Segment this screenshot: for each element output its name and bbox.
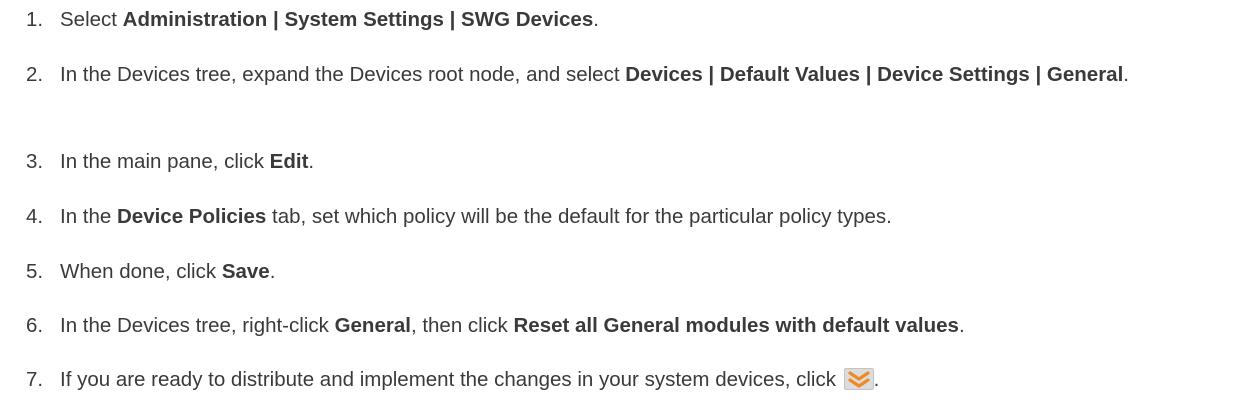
step-text: In the Device Policies tab, set which po… [60, 205, 892, 228]
step-text: In the Devices tree, expand the Devices … [60, 63, 1129, 86]
step-number: 3. [26, 150, 44, 173]
step-number: 4. [26, 205, 44, 228]
step-number: 5. [26, 260, 44, 283]
ui-label: Edit [269, 150, 309, 173]
step-number: 1. [26, 8, 44, 31]
ui-path: Administration | System Settings | SWG D… [122, 8, 594, 31]
step-text: Select Administration | System Settings … [60, 8, 599, 31]
step-text: In the Devices tree, right-click General… [60, 314, 965, 337]
ui-label: Device Policies [117, 205, 267, 228]
ui-label: Save [221, 260, 270, 283]
step-text: When done, click Save. [60, 260, 276, 283]
step-text: If you are ready to distribute and imple… [60, 368, 880, 391]
ui-path: Devices | Default Values | Device Settin… [625, 63, 1124, 86]
step-number: 7. [26, 368, 44, 391]
step-text: In the main pane, click Edit. [60, 150, 315, 173]
step-number: 6. [26, 314, 44, 337]
ui-label: General [334, 314, 411, 337]
ui-label: Reset all General modules with default v… [513, 314, 959, 337]
deploy-changes-icon [843, 368, 874, 390]
step-number: 2. [26, 63, 44, 86]
